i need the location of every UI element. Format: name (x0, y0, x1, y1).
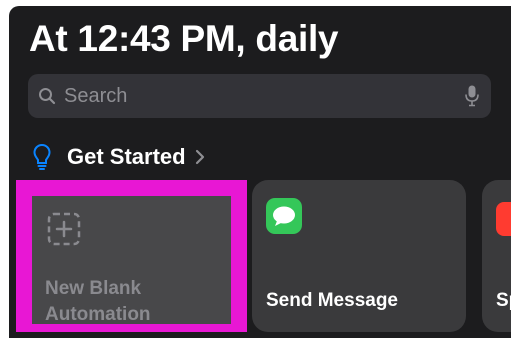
microphone-icon[interactable] (465, 85, 479, 107)
red-app-icon (496, 202, 511, 236)
search-bar[interactable] (28, 74, 491, 118)
chevron-right-icon (194, 148, 206, 166)
page-title: At 12:43 PM, daily (29, 18, 339, 59)
add-square-dashed-icon (47, 212, 81, 246)
new-blank-automation-card[interactable]: New Blank Automation (16, 180, 247, 332)
lightbulb-icon (33, 143, 51, 171)
card-label: Send Message (266, 290, 398, 311)
new-blank-automation-tile[interactable]: New Blank Automation (32, 196, 231, 325)
search-icon (38, 87, 56, 105)
card-label: Sp (496, 290, 511, 311)
automation-screen: At 12:43 PM, daily Get Star (9, 6, 511, 338)
send-message-card[interactable]: Send Message (252, 180, 466, 332)
get-started-link[interactable]: Get Started (33, 140, 206, 174)
section-label: Get Started (67, 144, 186, 169)
message-bubble-icon (266, 198, 302, 234)
partial-action-card[interactable]: Sp (482, 180, 511, 332)
search-input[interactable] (64, 74, 444, 118)
card-label: New Blank Automation (45, 278, 151, 325)
